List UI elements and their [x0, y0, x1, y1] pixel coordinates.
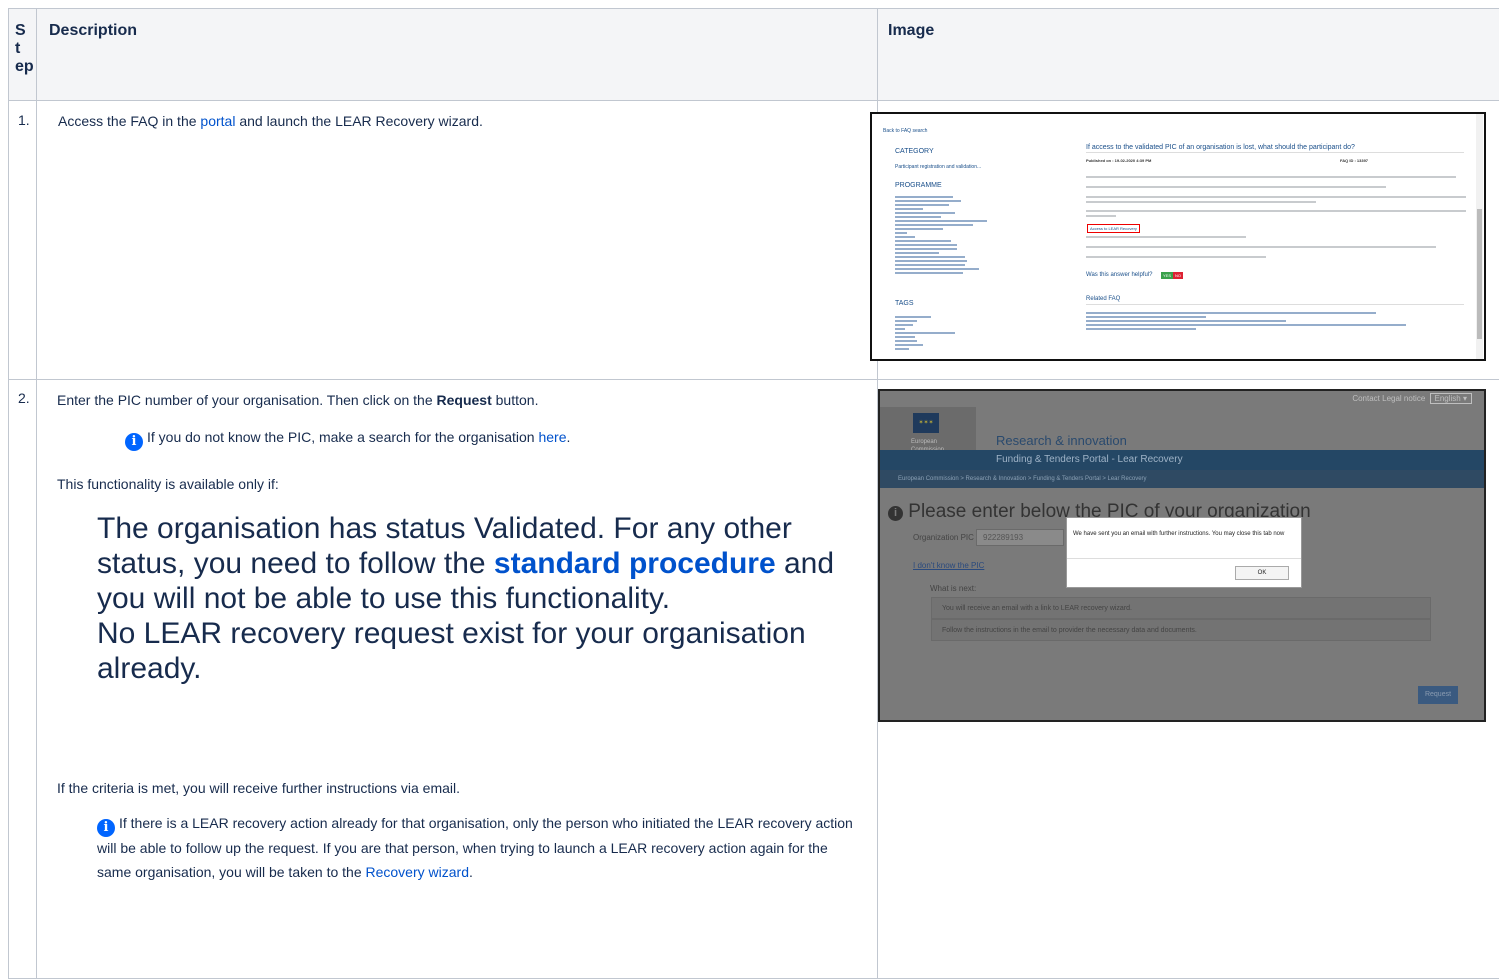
faq-yes-button[interactable]: YES: [1161, 272, 1174, 279]
faq-question: If access to the validated PIC of an org…: [1086, 144, 1355, 151]
info-note-pic-text: If you do not know the PIC, make a searc…: [147, 429, 539, 445]
info-note-pic-after: .: [566, 429, 571, 445]
faq-screenshot: Back to FAQ search CATEGORY Participant …: [870, 112, 1486, 361]
condition-validated: The organisation has status Validated. F…: [97, 511, 837, 616]
modal-message: We have sent you an email with further i…: [1073, 531, 1285, 537]
faq-scrollbar-thumb[interactable]: [1477, 209, 1482, 339]
faq-helpful-question: Was this answer helpful?: [1086, 272, 1153, 278]
lear-recovery-screenshot: Contact Legal notice English ▾ ✶✶✶ Europ…: [878, 389, 1486, 722]
info-note-pic: i If you do not know the PIC, make a sear…: [125, 426, 865, 451]
header-step-cell: S t ep: [9, 9, 37, 101]
whats-next-label: What is next:: [930, 584, 977, 593]
faq-published: Published on : 19-02-2020 4:39 PM: [1086, 158, 1152, 163]
step-a: You will receive an email with a link to…: [931, 597, 1431, 619]
header-image: Image: [888, 22, 935, 39]
row1-step-number: 1.: [18, 112, 30, 128]
top-links: Contact Legal notice English ▾: [1352, 393, 1472, 404]
confirmation-modal: We have sent you an email with further i…: [1066, 517, 1302, 588]
header-description: Description: [49, 22, 138, 39]
row2-intro-text: Enter the PIC number of your organisatio…: [57, 392, 437, 408]
portal-bar: Funding & Tenders Portal - Lear Recovery: [880, 450, 1484, 470]
row2-step-cell: 2.: [9, 380, 37, 979]
header-image-cell: Image: [878, 9, 1499, 101]
eu-flag-icon: ✶✶✶: [913, 413, 939, 433]
header-description-cell: Description: [37, 9, 878, 101]
portal-title: Funding & Tenders Portal - Lear Recovery: [996, 454, 1183, 465]
breadcrumb: European Commission > Research & Innovat…: [880, 470, 1484, 488]
ec-logo-text-1: European: [911, 439, 938, 445]
faq-category-heading: CATEGORY: [895, 148, 934, 155]
condition-list: The organisation has status Validated. F…: [97, 511, 837, 686]
language-select[interactable]: English ▾: [1429, 393, 1472, 404]
org-pic-label: Organization PIC: [913, 533, 974, 542]
condition-no-request: No LEAR recovery request exist for your …: [97, 617, 806, 685]
dont-know-pic-link[interactable]: I don't know the PIC: [913, 561, 984, 570]
row2-intro: Enter the PIC number of your organisatio…: [57, 389, 857, 411]
row2-intro-after: button.: [491, 392, 539, 408]
row1-text-after: and launch the LEAR Recovery wizard.: [235, 113, 483, 129]
faq-tags-heading: TAGS: [895, 300, 914, 307]
faq-category-value: Participant registration and validation.…: [895, 164, 982, 170]
row1-description-cell: Access the FAQ in the portal and launch …: [37, 101, 878, 380]
step-b: Follow the instructions in the email to …: [931, 619, 1431, 641]
criteria-text: If the criteria is met, you will receive…: [57, 780, 461, 796]
info-note-recovery-after: .: [468, 863, 473, 880]
row1-step-cell: 1.: [9, 101, 37, 380]
here-link[interactable]: here: [538, 429, 566, 445]
org-pic-input[interactable]: 922289193: [976, 529, 1064, 546]
faq-programme-heading: PROGRAMME: [895, 182, 942, 189]
faq-back-link: Back to FAQ search: [883, 128, 928, 134]
site-title: Research & innovation: [996, 433, 1127, 448]
request-bold-label: Request: [436, 392, 492, 408]
faq-related-heading: Related FAQ: [1086, 296, 1121, 302]
standard-procedure-link[interactable]: standard procedure: [494, 547, 776, 580]
row1-text-before: Access the FAQ in the: [58, 113, 201, 129]
info-icon: i: [125, 433, 143, 451]
faq-no-button[interactable]: NO: [1173, 272, 1183, 279]
portal-link[interactable]: portal: [200, 113, 235, 129]
header-step: S t ep: [15, 22, 34, 75]
availability-intro: This functionality is available only if:: [57, 476, 279, 492]
faq-scrollbar[interactable]: [1476, 114, 1483, 359]
info-circle-icon: i: [888, 506, 903, 521]
language-value: English: [1434, 394, 1461, 403]
recovery-wizard-link[interactable]: Recovery wizard: [366, 864, 469, 880]
top-links-text[interactable]: Contact Legal notice: [1352, 394, 1425, 403]
row2-step-number: 2.: [18, 390, 30, 406]
faq-access-lear-recovery-link[interactable]: Access to LEAR Recovery: [1087, 224, 1140, 233]
faq-id: FAQ ID : 13397: [1340, 158, 1369, 163]
info-note-recovery-text: If there is a LEAR recovery action alrea…: [97, 815, 853, 880]
request-button[interactable]: Request: [1418, 686, 1458, 704]
info-icon: i: [97, 819, 115, 837]
info-note-recovery: i If there is a LEAR recovery action alre…: [97, 812, 857, 884]
modal-ok-button[interactable]: OK: [1235, 566, 1289, 580]
